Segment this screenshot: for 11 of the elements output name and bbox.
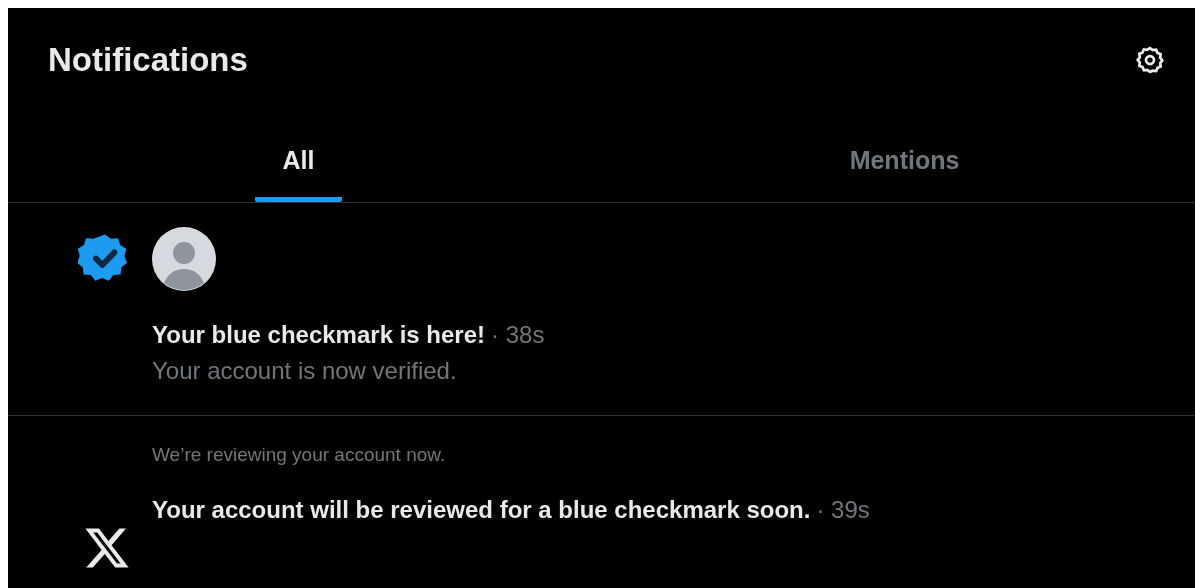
- notification-title: Your blue checkmark is here!: [152, 321, 486, 348]
- notification-time: · 38s: [491, 321, 545, 348]
- tab[interactable]: Mentions: [849, 122, 960, 202]
- notification-text: Your account is now verified.: [152, 357, 458, 385]
- notification-context: We’re reviewing your account now.: [152, 444, 447, 466]
- notification-time: · 39s: [816, 496, 870, 523]
- tab[interactable]: All: [254, 122, 343, 202]
- notification-title: Your account will be reviewed for a blue checkmark soon.: [152, 496, 811, 523]
- settings-icon[interactable]: [1135, 45, 1165, 75]
- page-title: Notifications: [48, 41, 248, 79]
- avatar[interactable]: [152, 227, 216, 291]
